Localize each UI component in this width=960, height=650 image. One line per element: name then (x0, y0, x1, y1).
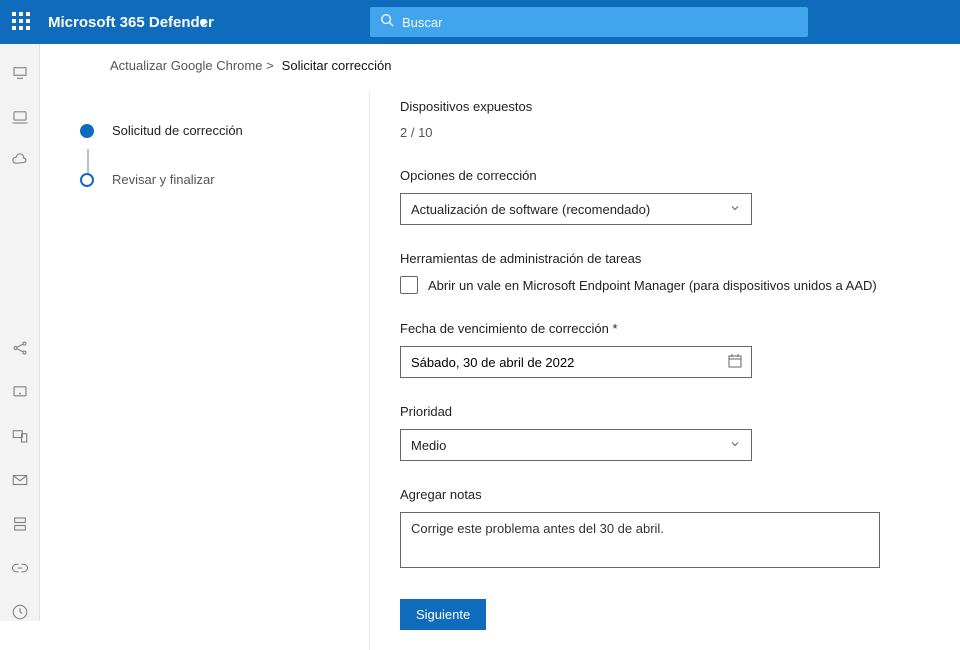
remediation-options-select[interactable]: Actualización de software (recomendado) (400, 193, 752, 225)
nav-cloud-icon[interactable] (11, 152, 29, 170)
notes-textarea[interactable] (400, 512, 880, 568)
due-date-input[interactable]: Sábado, 30 de abril de 2022 (400, 346, 752, 378)
breadcrumb-current: Solicitar corrección (282, 58, 392, 73)
chevron-down-icon (729, 438, 741, 453)
nav-link-icon[interactable] (11, 559, 29, 577)
nav-share-icon[interactable] (11, 339, 29, 357)
app-title: Microsoft 365 Defender (48, 14, 214, 31)
search-box[interactable] (370, 7, 808, 37)
due-date-label: Fecha de vencimiento de corrección * (400, 321, 618, 336)
step-1[interactable]: Solicitud de corrección (80, 123, 329, 138)
chevron-down-icon (729, 202, 741, 217)
step-circle-icon (80, 173, 94, 187)
task-tools-label: Herramientas de administración de tareas (400, 251, 930, 266)
remediation-options-label: Opciones de corrección (400, 168, 930, 183)
date-value: Sábado, 30 de abril de 2022 (411, 355, 574, 370)
nav-devices-icon[interactable] (11, 427, 29, 445)
exposed-devices-label: Dispositivos expuestos (400, 99, 930, 114)
nav-mail-icon[interactable] (11, 471, 29, 489)
app-launcher[interactable] (12, 12, 32, 32)
notes-label: Agregar notas (400, 487, 930, 502)
open-ticket-checkbox[interactable] (400, 276, 418, 294)
nav-clock-icon[interactable] (11, 603, 29, 621)
step-circle-active-icon (80, 124, 94, 138)
nav-device-icon[interactable] (11, 108, 29, 126)
breadcrumb: Actualizar Google Chrome > Solicitar cor… (40, 44, 960, 91)
step-label: Revisar y finalizar (112, 172, 215, 187)
step-label: Solicitud de corrección (112, 123, 243, 138)
open-ticket-label: Abrir un vale en Microsoft Endpoint Mana… (428, 278, 877, 293)
stepper: Solicitud de corrección Revisar y finali… (40, 91, 370, 650)
nav-endpoint-icon[interactable] (11, 64, 29, 82)
left-nav (0, 44, 40, 621)
nav-tablet-icon[interactable] (11, 383, 29, 401)
select-value: Actualización de software (recomendado) (411, 202, 650, 217)
priority-label: Prioridad (400, 404, 930, 419)
nav-server-icon[interactable] (11, 515, 29, 533)
next-button[interactable]: Siguiente (400, 599, 486, 630)
calendar-icon (727, 353, 743, 372)
step-2[interactable]: Revisar y finalizar (80, 172, 329, 187)
search-icon (380, 13, 394, 32)
exposed-devices-value: 2 / 10 (400, 125, 433, 140)
breadcrumb-parent[interactable]: Actualizar Google Chrome > (110, 58, 274, 73)
search-input[interactable] (402, 15, 798, 30)
priority-select[interactable]: Medio (400, 429, 752, 461)
select-value: Medio (411, 438, 446, 453)
